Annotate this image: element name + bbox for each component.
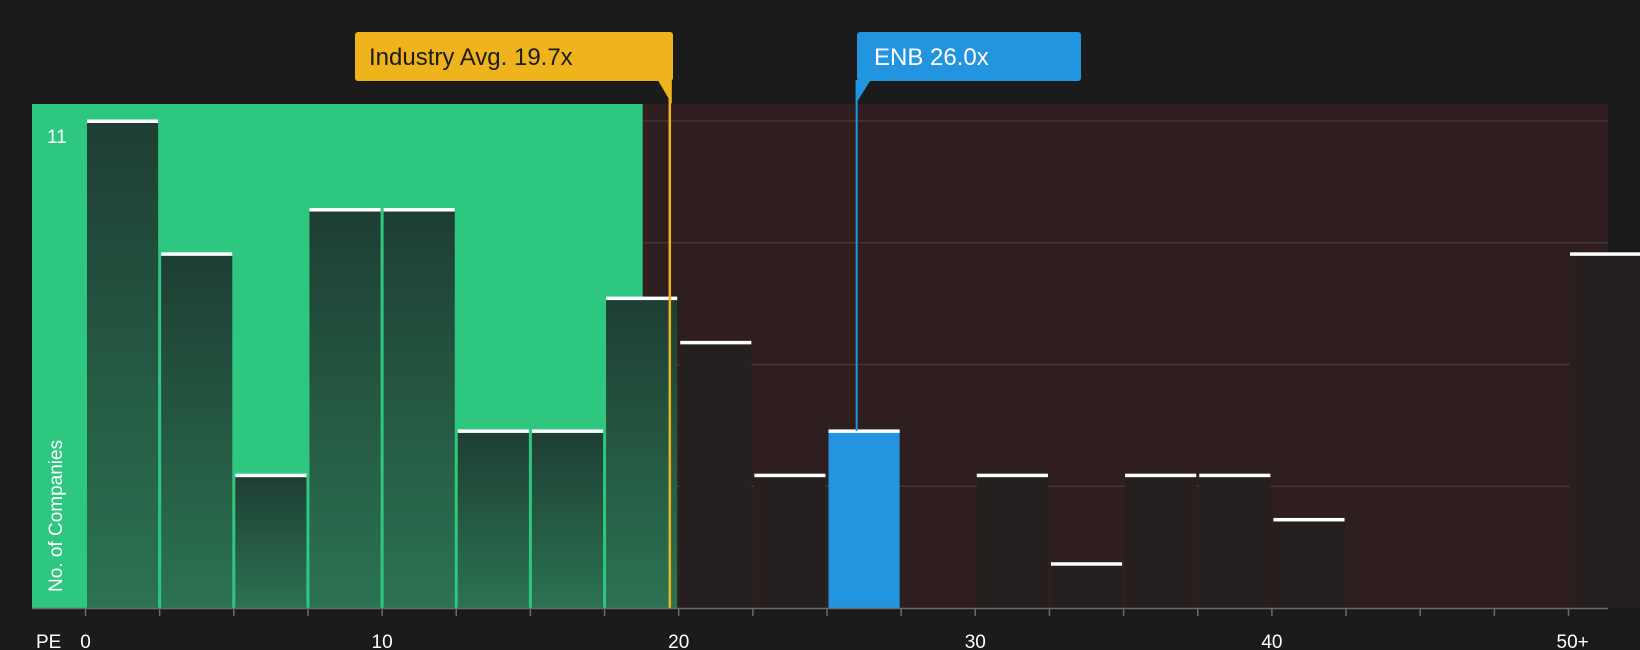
company-label: ENB 26.0x [874, 44, 989, 71]
bar-top-cap [1199, 473, 1271, 478]
histogram-bar [754, 475, 826, 608]
histogram-bar [531, 430, 604, 608]
histogram-bar [309, 209, 381, 608]
histogram-bar [235, 475, 307, 608]
histogram-bar [457, 430, 529, 608]
x-tick-label: 0 [80, 632, 91, 650]
bar-top-cap [235, 473, 307, 478]
x-tick-label: 30 [965, 632, 986, 650]
bar-top-cap [383, 208, 455, 212]
bar-top-cap [1125, 473, 1197, 478]
histogram-bar [1570, 253, 1640, 608]
bar-top-cap [531, 429, 604, 433]
bar-top-cap [976, 473, 1048, 478]
histogram-bar [383, 209, 455, 608]
x-tick-label: 20 [668, 632, 689, 650]
bar-top-cap [606, 296, 678, 301]
bar-top-cap [1273, 517, 1345, 522]
bar-top-cap [754, 473, 826, 478]
industry-avg-label: Industry Avg. 19.7x [369, 44, 573, 71]
histogram-bar [606, 298, 678, 608]
x-axis-title: PE [36, 632, 61, 650]
bar-top-cap [161, 252, 233, 256]
company-callout: ENB 26.0x [857, 32, 1081, 81]
industry-avg-pointer [657, 80, 672, 104]
histogram-bar [1050, 563, 1123, 608]
bar-top-cap [828, 429, 900, 433]
bar-top-cap [457, 429, 529, 433]
x-tick-label: 50+ [1557, 632, 1589, 650]
bar-top-cap [309, 208, 381, 212]
bar-top-cap [1050, 562, 1123, 566]
company-pointer [855, 80, 871, 104]
histogram-bar [161, 253, 233, 608]
bar-top-cap [680, 340, 752, 345]
bar-top-cap [1570, 252, 1640, 256]
histogram-bar [1273, 519, 1345, 608]
pe-distribution-chart: 0 10 20 30 40 50+ 11 No. of Companies PE Indu… [0, 0, 1640, 650]
histogram-bar [1199, 475, 1271, 608]
y-max-label: 11 [47, 127, 67, 148]
x-tick-label: 40 [1261, 632, 1282, 650]
x-tick-label: 10 [372, 632, 393, 650]
histogram-bar [680, 342, 752, 608]
chart-canvas: 0 10 20 30 40 50+ 11 No. of Companies PE Indu… [32, 32, 1640, 650]
bar-top-cap [87, 119, 159, 123]
highlight-bar [828, 430, 900, 608]
axis-layer: 0 10 20 30 40 50+ [32, 607, 1608, 650]
y-axis-title: No. of Companies [46, 440, 67, 592]
histogram-bar [87, 121, 159, 608]
industry-avg-callout: Industry Avg. 19.7x [355, 32, 673, 81]
histogram-bar [976, 475, 1048, 608]
histogram-bar [1125, 475, 1197, 608]
